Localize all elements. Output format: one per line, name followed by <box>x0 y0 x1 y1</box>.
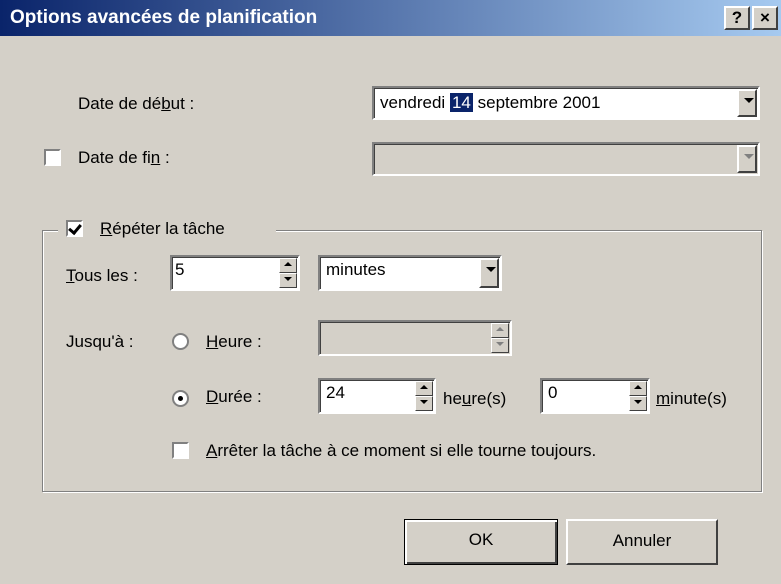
start-date-dropdown-button[interactable] <box>737 89 757 117</box>
repeat-task-checkbox[interactable] <box>66 220 83 237</box>
help-button[interactable]: ? <box>724 6 750 30</box>
time-up-icon[interactable] <box>491 323 509 338</box>
hours-down-icon[interactable] <box>415 396 433 411</box>
unit-value: minutes <box>326 260 386 279</box>
start-date-day[interactable]: 14 <box>449 93 473 112</box>
start-date-picker[interactable]: vendredi 14 septembre 2001 <box>372 86 760 120</box>
minutes-stepper[interactable]: 0 <box>540 378 650 414</box>
hours-label: heure(s) <box>443 389 507 408</box>
start-date-label: Date de début : <box>78 94 195 113</box>
time-down-icon[interactable] <box>491 338 509 353</box>
minutes-up-icon[interactable] <box>629 381 647 396</box>
every-down-icon[interactable] <box>279 273 297 288</box>
minutes-label: minute(s) <box>656 389 727 408</box>
duration-radio[interactable] <box>172 390 189 407</box>
hours-stepper[interactable]: 24 <box>318 378 436 414</box>
time-field[interactable] <box>318 320 512 356</box>
ok-button[interactable]: OK <box>404 519 558 565</box>
every-up-icon[interactable] <box>279 258 297 273</box>
every-label: Tous les : <box>66 266 138 285</box>
repeat-task-label: Répéter la tâche <box>100 219 225 238</box>
time-radio[interactable] <box>172 333 189 350</box>
unit-select[interactable]: minutes <box>318 255 502 291</box>
close-button[interactable]: × <box>752 6 778 30</box>
end-date-picker[interactable] <box>372 142 760 176</box>
stop-task-checkbox[interactable] <box>172 442 189 459</box>
minutes-value[interactable]: 0 <box>548 383 557 403</box>
cancel-button[interactable]: Annuler <box>566 519 718 565</box>
until-label: Jusqu'à : <box>66 332 134 351</box>
stop-task-label: Arrêter la tâche à ce moment si elle tou… <box>206 441 597 460</box>
time-label: Heure : <box>206 332 262 351</box>
minutes-down-icon[interactable] <box>629 396 647 411</box>
every-value[interactable]: 5 <box>175 260 184 280</box>
hours-value[interactable]: 24 <box>326 383 345 403</box>
end-date-checkbox[interactable] <box>44 149 61 166</box>
duration-label: Durée : <box>206 387 262 406</box>
window-title: Options avancées de planification <box>10 7 318 28</box>
end-date-label: Date de fin : <box>78 148 170 167</box>
every-stepper[interactable]: 5 <box>170 255 300 291</box>
hours-up-icon[interactable] <box>415 381 433 396</box>
end-date-dropdown-button[interactable] <box>737 145 757 173</box>
unit-dropdown-button[interactable] <box>479 258 499 288</box>
